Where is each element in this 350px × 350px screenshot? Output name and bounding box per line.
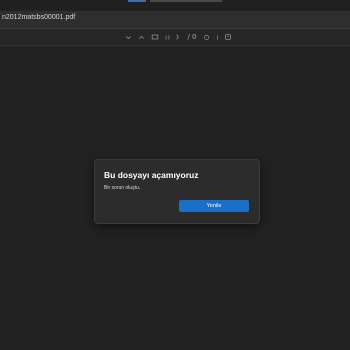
rotate-icon[interactable] [202, 32, 210, 42]
active-tab-indicator[interactable] [128, 0, 146, 2]
page-input[interactable] [174, 32, 180, 42]
browser-tab-strip [0, 0, 350, 10]
page-count: / 0 [187, 33, 197, 41]
tab-indicator[interactable] [150, 0, 222, 2]
pdf-toolbar: / 0 [0, 29, 350, 46]
address-text[interactable]: n2012matsbs00001.pdf [2, 14, 75, 21]
address-bar[interactable]: n2012matsbs00001.pdf [0, 11, 350, 29]
dialog-message: Bir sorun oluştu. [104, 185, 141, 191]
error-dialog: Bu dosyayı açamıyoruz Bir sorun oluştu. … [94, 159, 260, 224]
refresh-button[interactable]: Yenile [179, 200, 249, 212]
settings-icon[interactable] [223, 32, 232, 42]
chevron-down-icon[interactable] [124, 32, 132, 42]
zoom-in-icon[interactable] [213, 32, 221, 42]
chevron-up-icon[interactable] [137, 32, 145, 42]
fit-page-icon[interactable] [163, 32, 171, 42]
minus-icon[interactable] [150, 32, 159, 42]
dialog-title: Bu dosyayı açamıyoruz [104, 170, 199, 180]
